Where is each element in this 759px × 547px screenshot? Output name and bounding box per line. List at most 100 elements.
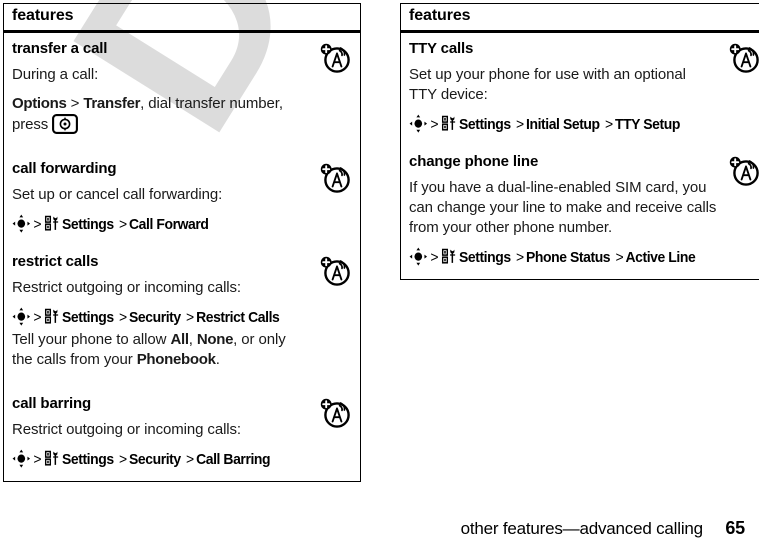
path-step: Phone Status xyxy=(526,249,611,266)
feature-cell: TTY calls Set up your phone for use with … xyxy=(401,32,759,147)
emphasis-text: Transfer xyxy=(83,95,141,112)
path-separator: > xyxy=(615,249,624,266)
path-step: Settings xyxy=(62,216,114,233)
feature-table-body: features transfer a call During a call: Op… xyxy=(3,3,361,482)
table-row: TTY calls Set up your phone for use with … xyxy=(401,32,759,147)
path-step: Settings xyxy=(62,451,114,468)
path-step: Active Line xyxy=(625,249,696,266)
path-step: TTY Setup xyxy=(614,116,680,133)
path-step: Settings xyxy=(459,249,511,266)
nav-key-icon xyxy=(12,214,31,233)
row-paragraph: Options > Transfer, dial transfer number… xyxy=(12,94,308,135)
row-paragraph: Restrict outgoing or incoming calls: xyxy=(12,421,242,438)
path-separator: > xyxy=(119,451,128,468)
table-row: call forwarding Set up or cancel call for… xyxy=(4,153,361,246)
feature-cell: transfer a call During a call: Options > T… xyxy=(4,32,361,154)
path-step: Security xyxy=(129,309,181,326)
network-service-icon xyxy=(729,156,759,186)
feature-cell-body: call forwarding Set up or cancel call for… xyxy=(12,160,352,235)
network-service-icon xyxy=(320,398,350,428)
emphasis-text: Options xyxy=(12,95,67,112)
table-row: change phone line If you have a dual-line… xyxy=(401,146,759,280)
path-step: Settings xyxy=(459,116,511,133)
feature-title: restrict calls xyxy=(12,253,99,270)
feature-table: features TTY calls Set up your phone for … xyxy=(400,3,759,280)
feature-title: change phone line xyxy=(409,153,539,170)
path-separator: > xyxy=(516,116,525,133)
feature-title: call barring xyxy=(12,395,92,412)
emphasis-text: All xyxy=(170,331,189,348)
path-separator: > xyxy=(186,309,195,326)
network-service-icon xyxy=(320,256,350,286)
path-step: Call Forward xyxy=(129,216,209,233)
feature-cell-body: TTY calls Set up your phone for use with … xyxy=(409,40,759,135)
emphasis-text: None xyxy=(196,331,234,348)
path-step: Restrict Calls xyxy=(196,309,280,326)
path-step: Call Barring xyxy=(196,451,271,468)
feature-cell: change phone line If you have a dual-line… xyxy=(401,146,759,280)
feature-cell: restrict calls Restrict outgoing or incom… xyxy=(4,246,361,388)
footer-page-number: 65 xyxy=(725,518,745,538)
body-text: Tell your phone to allow xyxy=(12,331,171,348)
path-step: Security xyxy=(129,451,181,468)
settings-icon xyxy=(44,215,58,231)
path-step: Initial Setup xyxy=(526,116,600,133)
table-row: call barring Restrict outgoing or incomin… xyxy=(4,388,361,482)
nav-key-icon xyxy=(409,247,428,266)
menu-path: > Settings > Security > Restrict Calls xyxy=(12,307,287,328)
nav-key-icon xyxy=(12,307,31,326)
table-row: restrict calls Restrict outgoing or incom… xyxy=(4,246,361,388)
emphasis-text: Phonebook xyxy=(136,351,216,368)
feature-title: call forwarding xyxy=(12,160,117,177)
footer-section-title: other features—advanced calling xyxy=(460,519,704,538)
network-service-icon xyxy=(320,43,350,73)
settings-icon xyxy=(44,450,58,466)
path-separator: > xyxy=(430,116,439,133)
nav-key-icon xyxy=(12,449,31,468)
path-separator: > xyxy=(119,216,128,233)
feature-cell-body: restrict calls Restrict outgoing or incom… xyxy=(12,253,352,370)
body-text: > xyxy=(66,95,84,112)
table-row: transfer a call During a call: Options > T… xyxy=(4,32,361,154)
features-header-label: features xyxy=(3,3,361,33)
network-service-icon xyxy=(729,43,759,73)
menu-path: > Settings > Phone Status > Active Line xyxy=(409,247,696,268)
nav-key-icon xyxy=(409,114,428,133)
path-separator: > xyxy=(33,309,42,326)
page-footer: other features—advanced calling 65 xyxy=(0,518,746,539)
feature-cell: call forwarding Set up or cancel call for… xyxy=(4,153,361,246)
path-separator: > xyxy=(119,309,128,326)
table-header-row: features xyxy=(400,3,759,33)
path-separator: > xyxy=(186,451,195,468)
row-paragraph: During a call: xyxy=(12,66,99,83)
menu-path: > Settings > Security > Call Barring xyxy=(12,449,287,470)
row-paragraph: Tell your phone to allow All, None, or o… xyxy=(12,330,308,370)
manual-page: DRAFT features transfer a callDuring a c… xyxy=(0,0,759,547)
feature-cell-body: transfer a call During a call: Options > T… xyxy=(12,40,352,135)
table-header-row: features xyxy=(3,3,361,33)
path-separator: > xyxy=(33,451,42,468)
feature-title: TTY calls xyxy=(409,40,474,57)
body-text: , xyxy=(188,331,197,348)
page-content: features transfer a call During a call: Op… xyxy=(0,0,759,547)
feature-table: features transfer a call During a call: Op… xyxy=(3,3,361,482)
path-separator: > xyxy=(33,216,42,233)
send-key-icon xyxy=(52,114,79,134)
feature-table-body: features TTY calls Set up your phone for … xyxy=(400,3,759,280)
body-text: . xyxy=(215,351,220,368)
features-table-right: features TTY calls Set up your phone for … xyxy=(400,3,759,280)
row-paragraph: Set up your phone for use with an option… xyxy=(409,66,686,103)
settings-icon xyxy=(44,308,58,324)
feature-cell-body: change phone line If you have a dual-line… xyxy=(409,153,759,268)
features-table-left: features transfer a call During a call: Op… xyxy=(3,3,361,482)
path-step: Settings xyxy=(62,309,114,326)
row-paragraph: Set up or cancel call forwarding: xyxy=(12,186,223,203)
row-paragraph: If you have a dual-line-enabled SIM card… xyxy=(409,179,717,236)
path-separator: > xyxy=(430,249,439,266)
feature-title: transfer a call xyxy=(12,40,108,57)
features-header-label: features xyxy=(400,3,759,33)
feature-cell: call barring Restrict outgoing or incomin… xyxy=(4,388,361,482)
network-service-icon xyxy=(320,163,350,193)
row-paragraph: Restrict outgoing or incoming calls: xyxy=(12,279,242,296)
feature-cell-body: call barring Restrict outgoing or incomin… xyxy=(12,395,352,470)
